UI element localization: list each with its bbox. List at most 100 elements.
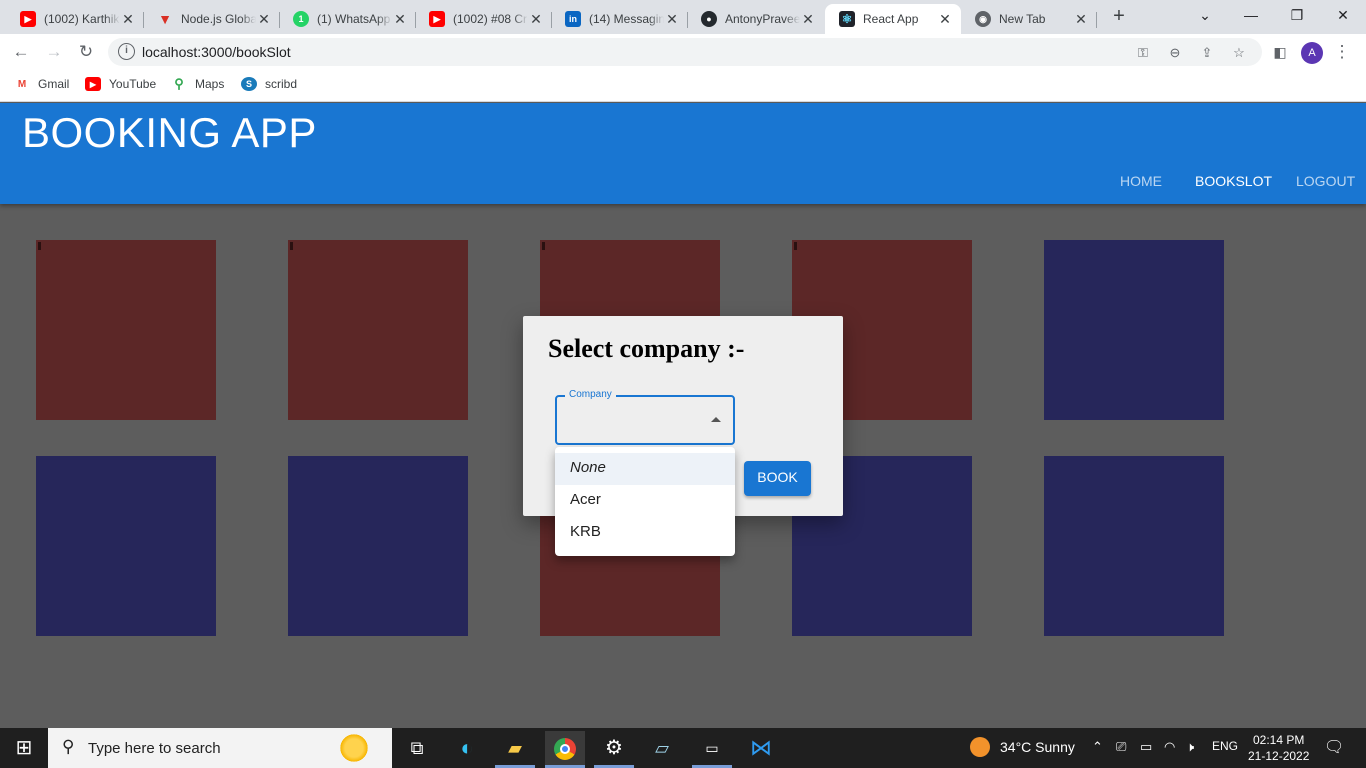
reload-icon[interactable]: ↻ xyxy=(74,40,98,64)
address-bar[interactable]: i localhost:3000/bookSlot ⚿ ⊖ ⇪ ☆ xyxy=(108,38,1262,66)
file-explorer-icon[interactable]: ▰ xyxy=(501,734,529,762)
slot-tile[interactable] xyxy=(288,240,468,420)
taskbar-search-box[interactable]: ⚲ Type here to search xyxy=(48,728,392,768)
browser-tab[interactable]: in (14) Messaging ✕ xyxy=(551,4,688,34)
nav-logout[interactable]: LOGOUT xyxy=(1296,173,1355,189)
chrome-icon: ◉ xyxy=(975,11,991,27)
battery-icon[interactable]: ▭ xyxy=(1140,739,1152,755)
side-panel-icon[interactable]: ◧ xyxy=(1268,40,1292,64)
browser-tab[interactable]: ● AntonyPraveen ✕ xyxy=(687,4,824,34)
close-icon[interactable]: ✕ xyxy=(256,11,272,28)
slot-tile[interactable] xyxy=(1044,456,1224,636)
minimize-button[interactable]: — xyxy=(1228,0,1274,30)
weather-text: 34°C Sunny xyxy=(1000,739,1075,755)
bookmark-gmail[interactable]: M Gmail xyxy=(14,77,70,91)
react-icon: ⚛ xyxy=(839,11,855,27)
company-select[interactable]: Company xyxy=(555,389,735,445)
close-icon[interactable]: ✕ xyxy=(800,11,816,28)
company-options-menu: None Acer KRB xyxy=(555,447,735,556)
close-icon[interactable]: ✕ xyxy=(664,11,680,28)
windows-taskbar: ⊞ ⚲ Type here to search ⧉ ◐ ▰ ⚙ ▱ ▭ ⋈ 34… xyxy=(0,728,1366,768)
option-krb[interactable]: KRB xyxy=(555,517,735,549)
linkedin-icon: in xyxy=(565,11,581,27)
slot-marker xyxy=(38,242,41,250)
search-icon: ⚲ xyxy=(62,737,75,756)
book-button[interactable]: BOOK xyxy=(744,461,811,496)
taskbar-weather[interactable]: 34°C Sunny xyxy=(970,737,1075,757)
browser-tab-strip: ▶ (1002) Karthik ✕ ▼ Node.js Global ✕ 1 … xyxy=(0,0,1366,34)
share-icon[interactable]: ⇪ xyxy=(1198,44,1216,62)
option-acer[interactable]: Acer xyxy=(555,485,735,517)
bookmark-maps[interactable]: ⚲ Maps xyxy=(171,76,225,91)
maximize-button[interactable]: ❐ xyxy=(1274,0,1320,30)
browser-tab[interactable]: 1 (1) WhatsApp ✕ xyxy=(279,4,416,34)
taskbar-clock[interactable]: 02:14 PM 21-12-2022 xyxy=(1248,732,1309,764)
bookmark-label: Gmail xyxy=(38,77,70,91)
edge-icon[interactable]: ◐ xyxy=(453,734,481,762)
tray-chevron-up-icon[interactable]: ⌃ xyxy=(1092,739,1103,755)
slot-marker xyxy=(794,242,797,250)
slot-tile[interactable] xyxy=(1044,240,1224,420)
tab-title: (1002) Karthik xyxy=(44,12,120,26)
bookmark-scribd[interactable]: S scribd xyxy=(241,77,297,91)
app-title: BOOKING APP xyxy=(22,109,317,156)
menu-kebab-icon[interactable]: ⋮ xyxy=(1330,40,1354,64)
gmail-icon: M xyxy=(17,78,27,90)
tab-title: React App xyxy=(863,12,919,26)
browser-tab[interactable]: ◉ New Tab ✕ xyxy=(961,4,1097,34)
clock-time: 02:14 PM xyxy=(1253,733,1305,747)
new-tab-button[interactable]: + xyxy=(1108,6,1130,28)
nav-bookslot[interactable]: BOOKSLOT xyxy=(1195,173,1272,189)
speaker-muted-icon[interactable]: 🕨 xyxy=(1186,739,1194,755)
bookmark-label: Maps xyxy=(195,77,225,91)
windows-start-icon[interactable]: ⊞ xyxy=(10,734,38,762)
notifications-icon[interactable]: 🗨 xyxy=(1324,737,1344,757)
task-view-icon[interactable]: ⧉ xyxy=(403,734,431,762)
bookmark-star-icon[interactable]: ☆ xyxy=(1230,44,1248,62)
avatar[interactable]: A xyxy=(1301,42,1323,64)
close-window-button[interactable]: ✕ xyxy=(1320,0,1366,30)
zoom-icon[interactable]: ⊖ xyxy=(1166,44,1184,62)
site-info-icon[interactable]: i xyxy=(118,43,135,60)
search-placeholder: Type here to search xyxy=(88,740,221,757)
browser-tab-active[interactable]: ⚛ React App ✕ xyxy=(825,4,961,34)
settings-gear-icon[interactable]: ⚙ xyxy=(600,734,628,762)
bookmark-label: scribd xyxy=(265,77,298,91)
close-icon[interactable]: ✕ xyxy=(528,11,544,28)
close-icon[interactable]: ✕ xyxy=(120,11,136,28)
slot-tile[interactable] xyxy=(36,456,216,636)
forward-arrow-icon[interactable]: → xyxy=(42,40,66,64)
tab-title: (1002) #08 Cr xyxy=(453,12,528,26)
tab-search-chevron-icon[interactable]: ⌄ xyxy=(1182,0,1228,30)
close-icon[interactable]: ✕ xyxy=(392,11,408,28)
slot-tile[interactable] xyxy=(288,456,468,636)
github-icon: ● xyxy=(701,11,717,27)
key-icon[interactable]: ⚿ xyxy=(1134,44,1152,62)
back-arrow-icon[interactable]: ← xyxy=(9,40,33,64)
bookmark-youtube[interactable]: ▶ YouTube xyxy=(85,77,156,91)
option-none[interactable]: None xyxy=(555,453,735,485)
meet-now-icon[interactable]: ⎚ xyxy=(1116,739,1126,755)
vercel-icon: ▼ xyxy=(158,11,172,27)
close-icon[interactable]: ✕ xyxy=(1073,11,1089,28)
tab-title: (14) Messaging xyxy=(589,12,664,26)
app-header: BOOKING APP HOME BOOKSLOT LOGOUT xyxy=(0,103,1366,204)
dialog-title: Select company :- xyxy=(548,334,745,363)
browser-tab[interactable]: ▼ Node.js Global ✕ xyxy=(143,4,280,34)
slot-marker xyxy=(542,242,545,250)
browser-toolbar: ← → ↻ i localhost:3000/bookSlot ⚿ ⊖ ⇪ ☆ … xyxy=(0,34,1366,70)
browser-tab[interactable]: ▶ (1002) #08 Cr ✕ xyxy=(415,4,552,34)
wifi-icon[interactable]: ◠ xyxy=(1164,739,1175,755)
chrome-taskbar-icon[interactable] xyxy=(545,731,585,765)
url-text[interactable]: localhost:3000/bookSlot xyxy=(142,44,291,60)
terminal-icon[interactable]: ▭ xyxy=(698,734,726,762)
tab-title: (1) WhatsApp xyxy=(317,12,391,26)
language-indicator[interactable]: ENG xyxy=(1212,739,1238,753)
weather-icon xyxy=(970,737,990,757)
slot-tile[interactable] xyxy=(36,240,216,420)
browser-tab[interactable]: ▶ (1002) Karthik ✕ xyxy=(6,4,144,34)
nav-home[interactable]: HOME xyxy=(1120,173,1162,189)
notes-app-icon[interactable]: ▱ xyxy=(648,734,676,762)
close-icon[interactable]: ✕ xyxy=(937,11,953,28)
vscode-icon[interactable]: ⋈ xyxy=(747,734,775,762)
